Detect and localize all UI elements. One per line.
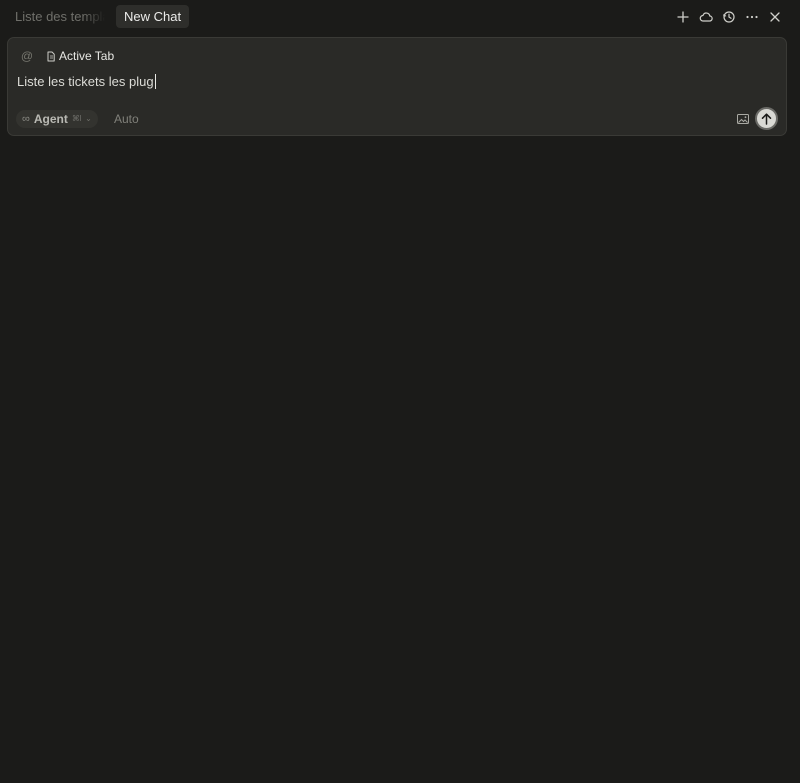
tab-new-chat[interactable]: New Chat bbox=[116, 5, 190, 28]
chevron-down-icon: ⌄ bbox=[85, 114, 92, 123]
history-button[interactable] bbox=[717, 7, 740, 27]
file-icon bbox=[47, 51, 55, 61]
tab-liste-des-templates[interactable]: Liste des templates bbox=[15, 8, 105, 26]
cloud-button[interactable] bbox=[694, 7, 717, 27]
prompt-input[interactable]: Liste les tickets les plug bbox=[17, 72, 757, 92]
arrow-up-icon bbox=[761, 112, 772, 125]
chat-composer: @ Active Tab Liste les tickets les plug … bbox=[7, 37, 787, 136]
mention-button[interactable]: @ bbox=[20, 48, 34, 64]
mode-shortcut: ⌘I bbox=[71, 114, 82, 123]
close-icon bbox=[769, 12, 780, 22]
image-icon bbox=[737, 114, 749, 124]
ellipsis-icon bbox=[745, 15, 758, 19]
composer-toolbar: ∞ Agent ⌘I ⌄ Auto bbox=[16, 107, 778, 130]
cloud-icon bbox=[699, 12, 713, 22]
prompt-text: Liste les tickets les plug bbox=[17, 74, 154, 89]
active-tab-context-pill[interactable]: Active Tab bbox=[46, 48, 114, 64]
more-button[interactable] bbox=[740, 7, 763, 27]
infinity-icon: ∞ bbox=[22, 113, 30, 125]
context-row: @ Active Tab bbox=[20, 48, 114, 64]
mode-label: Agent bbox=[33, 112, 68, 126]
mode-selector[interactable]: ∞ Agent ⌘I ⌄ bbox=[16, 110, 98, 128]
history-icon bbox=[722, 11, 735, 23]
model-selector[interactable]: Auto bbox=[114, 110, 139, 128]
plus-icon bbox=[676, 11, 689, 23]
active-tab-label: Active Tab bbox=[59, 49, 115, 63]
close-button[interactable] bbox=[763, 7, 786, 27]
new-chat-button[interactable] bbox=[671, 7, 694, 27]
header-actions bbox=[671, 7, 786, 27]
tab-bar: Liste des templates New Chat bbox=[0, 0, 800, 33]
text-caret bbox=[154, 74, 156, 89]
send-button[interactable] bbox=[755, 107, 778, 130]
attach-image-button[interactable] bbox=[736, 112, 750, 126]
